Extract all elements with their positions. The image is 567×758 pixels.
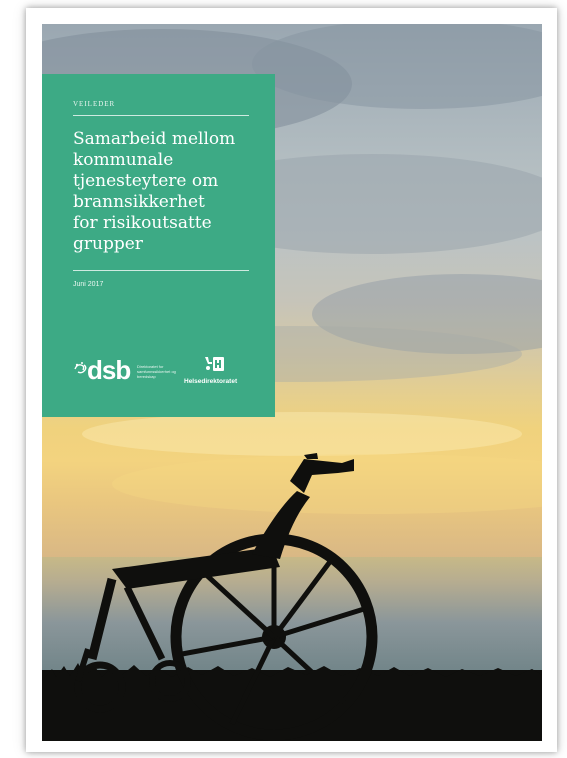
title-line: kommunale: [73, 150, 174, 170]
title-line: for risikoutsatte: [73, 213, 212, 233]
helsedirektoratet-icon: [205, 357, 224, 371]
divider: [73, 115, 249, 116]
helsedirektoratet-logo: Helsedirektoratet: [184, 355, 264, 395]
title-panel: VEILEDER Samarbeid mellom kommunale tjen…: [42, 74, 275, 417]
dsb-wordmark: dsb: [87, 355, 131, 385]
title-line: grupper: [73, 234, 143, 254]
title-line: Samarbeid mellom: [73, 129, 236, 149]
document-title: Samarbeid mellom kommunale tjenesteytere…: [73, 129, 263, 255]
title-line: tjenesteytere om: [73, 171, 219, 191]
divider: [73, 270, 249, 271]
wheelchair-silhouette-icon: [42, 453, 542, 741]
document-type-label: VEILEDER: [73, 100, 116, 108]
publication-date: Juni 2017: [73, 281, 104, 288]
title-line: brannsikkerhet: [73, 192, 205, 212]
dsb-logo: dsb Direktoratet for samfunnssikkerhet o…: [73, 355, 183, 387]
helsedirektoratet-name: Helsedirektoratet: [184, 378, 238, 385]
